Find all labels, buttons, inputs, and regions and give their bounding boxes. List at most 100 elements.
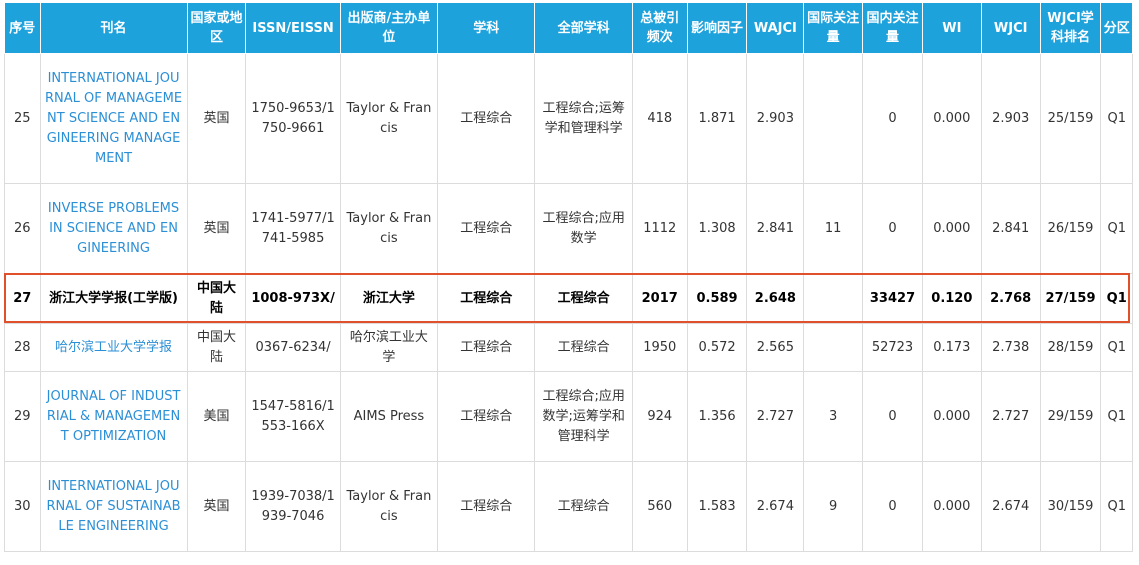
cell-all-subjects: 工程综合;应用数学;运筹学和管理科学: [534, 371, 633, 462]
cell-subject: 工程综合: [437, 371, 536, 462]
cell-publisher: 浙江大学: [339, 273, 439, 324]
cell-wjci: 2.674: [980, 461, 1041, 552]
header-domestic-attention[interactable]: 国内关注量: [862, 2, 923, 54]
cell-subject: 工程综合: [437, 183, 536, 274]
table-row: 25 INTERNATIONAL JOURNAL OF MANAGEMENT S…: [4, 53, 1133, 184]
header-intl-attention[interactable]: 国际关注量: [803, 2, 864, 54]
header-zone[interactable]: 分区: [1100, 2, 1133, 54]
cell-publisher: 哈尔滨工业大学: [339, 323, 439, 372]
table-row: 29 JOURNAL OF INDUSTRIAL & MANAGEMENT OP…: [4, 371, 1133, 462]
cell-wajci: 2.841: [746, 183, 805, 274]
cell-wajci: 2.903: [746, 53, 805, 184]
header-wajci[interactable]: WAJCI: [746, 2, 805, 54]
journal-link[interactable]: INTERNATIONAL JOURNAL OF MANAGEMENT SCIE…: [45, 71, 182, 166]
cell-citations: 560: [631, 461, 688, 552]
cell-issn: 0367-6234/: [245, 323, 341, 372]
cell-no: 27: [4, 273, 41, 324]
cell-journal-name: INVERSE PROBLEMS IN SCIENCE AND ENGINEER…: [39, 183, 188, 274]
cell-citations: 924: [631, 371, 688, 462]
cell-wajci: 2.648: [746, 273, 805, 324]
cell-citations: 1950: [631, 323, 688, 372]
table-row-highlighted: 27 浙江大学学报(工学版) 中国大陆 1008-973X/ 浙江大学 工程综合…: [4, 273, 1133, 324]
header-country[interactable]: 国家或地区: [186, 2, 247, 54]
cell-domestic-attention: 0: [862, 183, 923, 274]
cell-wi: 0.173: [921, 323, 982, 372]
cell-country: 中国大陆: [186, 273, 247, 324]
cell-domestic-attention: 52723: [862, 323, 923, 372]
journal-link[interactable]: 哈尔滨工业大学学报: [55, 340, 172, 355]
cell-rank: 28/159: [1039, 323, 1102, 372]
cell-wajci: 2.565: [746, 323, 805, 372]
header-impact-factor[interactable]: 影响因子: [686, 2, 748, 54]
cell-zone: Q1: [1100, 371, 1133, 462]
header-wjci-rank[interactable]: WJCI学科排名: [1039, 2, 1102, 54]
cell-wjci: 2.903: [980, 53, 1041, 184]
cell-subject: 工程综合: [437, 273, 536, 324]
cell-publisher: AIMS Press: [339, 371, 439, 462]
header-wi[interactable]: WI: [921, 2, 982, 54]
cell-no: 28: [4, 323, 41, 372]
header-issn[interactable]: ISSN/EISSN: [245, 2, 341, 54]
cell-wjci: 2.738: [980, 323, 1041, 372]
header-wjci[interactable]: WJCI: [980, 2, 1041, 54]
cell-country: 英国: [186, 183, 247, 274]
cell-wajci: 2.727: [746, 371, 805, 462]
cell-journal-name: JOURNAL OF INDUSTRIAL & MANAGEMENT OPTIM…: [39, 371, 188, 462]
cell-publisher: Taylor & Francis: [339, 183, 439, 274]
header-all-subjects[interactable]: 全部学科: [534, 2, 633, 54]
cell-journal-name: INTERNATIONAL JOURNAL OF SUSTAINABLE ENG…: [39, 461, 188, 552]
cell-domestic-attention: 0: [862, 53, 923, 184]
cell-zone: Q1: [1100, 183, 1133, 274]
cell-issn: 1547-5816/1553-166X: [245, 371, 341, 462]
cell-country: 英国: [186, 53, 247, 184]
header-subject[interactable]: 学科: [437, 2, 536, 54]
cell-journal-name: INTERNATIONAL JOURNAL OF MANAGEMENT SCIE…: [39, 53, 188, 184]
cell-journal-name: 哈尔滨工业大学学报: [39, 323, 188, 372]
header-publisher[interactable]: 出版商/主办单位: [339, 2, 439, 54]
cell-intl-attention: [803, 323, 864, 372]
header-no[interactable]: 序号: [4, 2, 41, 54]
table-row: 28 哈尔滨工业大学学报 中国大陆 0367-6234/ 哈尔滨工业大学 工程综…: [4, 323, 1133, 372]
cell-journal-name: 浙江大学学报(工学版): [39, 273, 188, 324]
cell-rank: 30/159: [1039, 461, 1102, 552]
cell-zone: Q1: [1100, 273, 1133, 324]
cell-country: 美国: [186, 371, 247, 462]
cell-impact-factor: 1.871: [686, 53, 748, 184]
header-journal-name[interactable]: 刊名: [39, 2, 188, 54]
cell-rank: 26/159: [1039, 183, 1102, 274]
cell-wi: 0.000: [921, 461, 982, 552]
cell-impact-factor: 1.356: [686, 371, 748, 462]
cell-citations: 1112: [631, 183, 688, 274]
cell-all-subjects: 工程综合: [534, 273, 633, 324]
cell-intl-attention: [803, 53, 864, 184]
cell-wajci: 2.674: [746, 461, 805, 552]
header-citations[interactable]: 总被引频次: [631, 2, 688, 54]
cell-country: 英国: [186, 461, 247, 552]
cell-impact-factor: 0.589: [686, 273, 748, 324]
cell-publisher: Taylor & Francis: [339, 461, 439, 552]
cell-wjci: 2.841: [980, 183, 1041, 274]
journal-link[interactable]: JOURNAL OF INDUSTRIAL & MANAGEMENT OPTIM…: [47, 389, 181, 444]
table-row: 26 INVERSE PROBLEMS IN SCIENCE AND ENGIN…: [4, 183, 1133, 274]
cell-all-subjects: 工程综合: [534, 461, 633, 552]
journal-link[interactable]: INTERNATIONAL JOURNAL OF SUSTAINABLE ENG…: [46, 479, 180, 534]
cell-impact-factor: 1.308: [686, 183, 748, 274]
cell-intl-attention: 9: [803, 461, 864, 552]
journal-link[interactable]: INVERSE PROBLEMS IN SCIENCE AND ENGINEER…: [48, 201, 179, 256]
cell-wi: 0.120: [921, 273, 982, 324]
cell-all-subjects: 工程综合: [534, 323, 633, 372]
cell-issn: 1939-7038/1939-7046: [245, 461, 341, 552]
table-row: 30 INTERNATIONAL JOURNAL OF SUSTAINABLE …: [4, 461, 1133, 552]
cell-rank: 29/159: [1039, 371, 1102, 462]
cell-issn: 1750-9653/1750-9661: [245, 53, 341, 184]
cell-intl-attention: 11: [803, 183, 864, 274]
cell-all-subjects: 工程综合;应用数学: [534, 183, 633, 274]
cell-wi: 0.000: [921, 53, 982, 184]
cell-zone: Q1: [1100, 53, 1133, 184]
cell-citations: 2017: [631, 273, 688, 324]
cell-country: 中国大陆: [186, 323, 247, 372]
cell-all-subjects: 工程综合;运筹学和管理科学: [534, 53, 633, 184]
cell-zone: Q1: [1100, 461, 1133, 552]
cell-domestic-attention: 33427: [862, 273, 923, 324]
cell-no: 25: [4, 53, 41, 184]
